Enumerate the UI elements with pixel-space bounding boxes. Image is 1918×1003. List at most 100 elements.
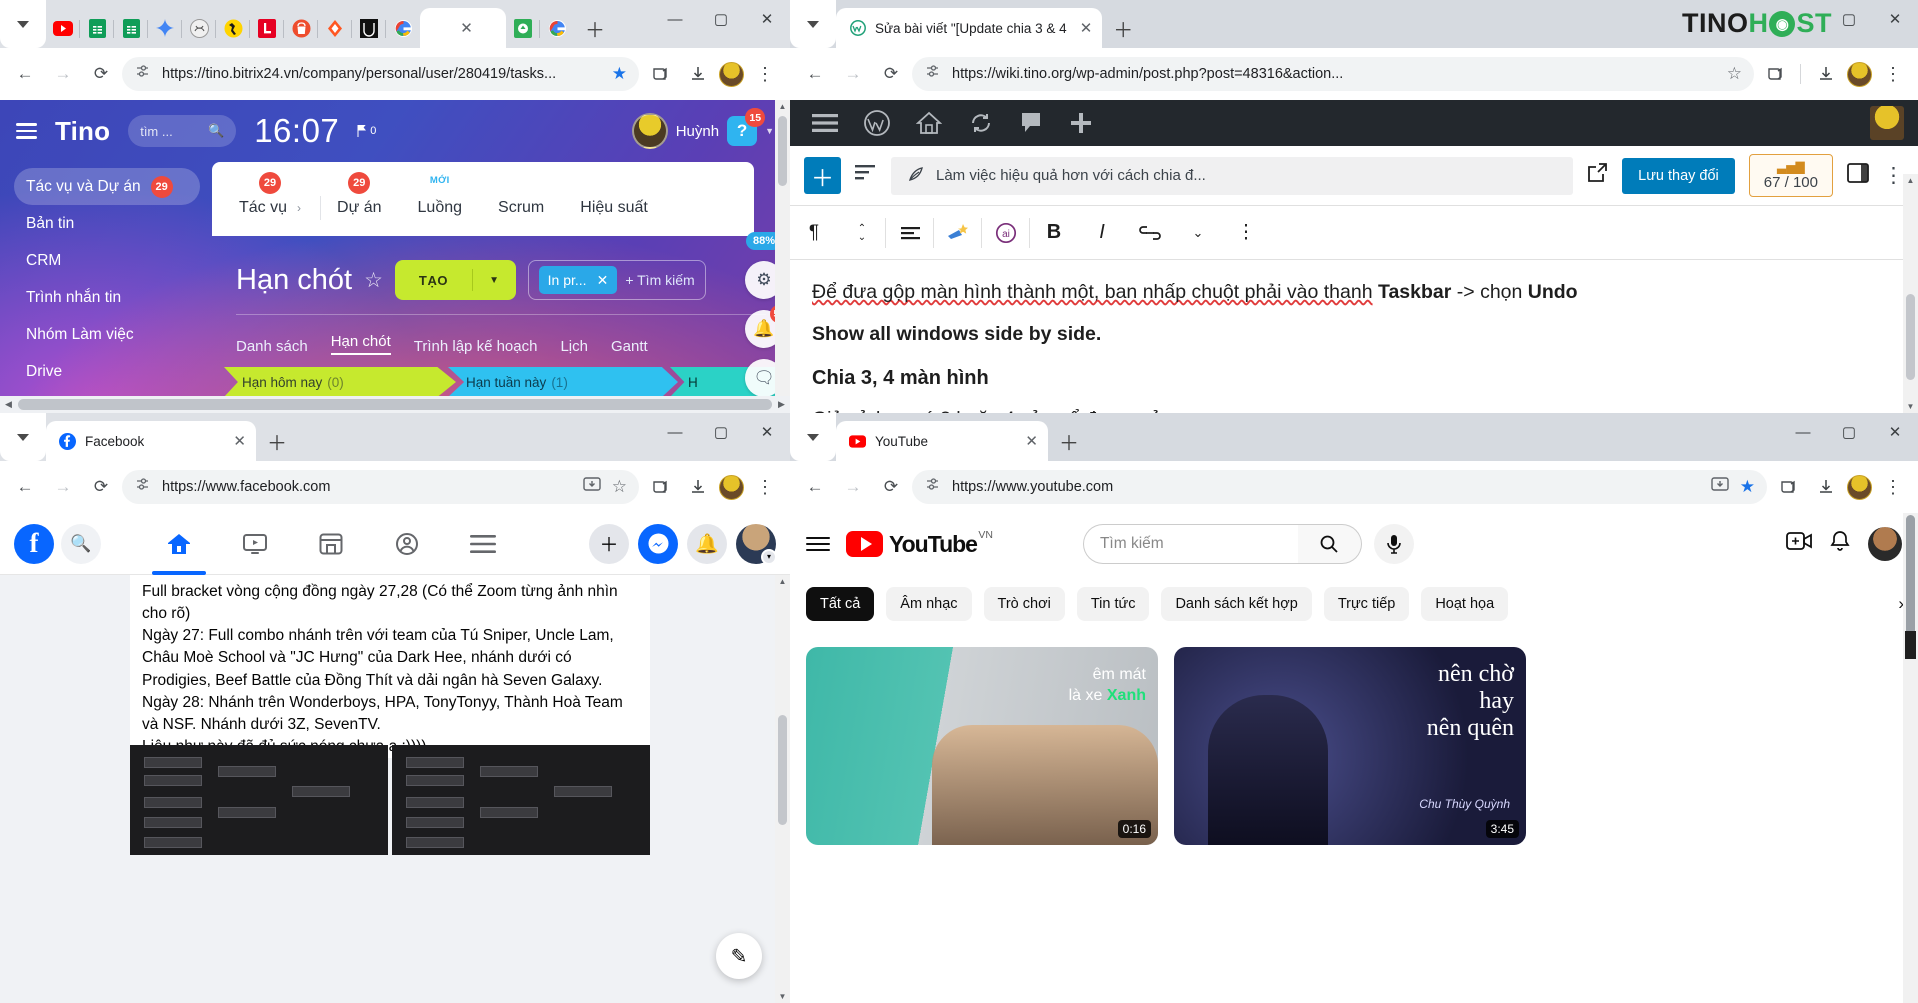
close-icon[interactable]: ✕ [1025,432,1038,450]
comment-bubble-icon[interactable] [1020,111,1042,135]
tab-search-chevron-button[interactable] [790,0,836,48]
pinned-tab-fireship[interactable] [318,8,352,48]
video-card-1[interactable]: êm mát là xe Xanh 0:16 [806,647,1158,845]
pinned-tab-google[interactable] [386,8,420,48]
avatar[interactable]: ▾ [736,523,777,565]
pinned-tab-gemini[interactable] [148,8,182,48]
back-button[interactable]: ← [798,470,832,504]
home-icon[interactable] [916,111,942,135]
bracket-image-right[interactable] [392,745,650,855]
downloads-icon[interactable] [1809,57,1843,91]
sidebar-item-crm[interactable]: CRM [14,242,212,279]
youtube-search[interactable]: Tìm kiếm [1082,524,1414,564]
filter-chip-in-progress[interactable]: In pr... ✕ [538,266,618,294]
pinned-tab-youtube[interactable] [46,8,80,48]
tab-active-youtube[interactable]: YouTube ✕ [836,421,1048,461]
wp-post-content[interactable]: Để đưa gộp màn hình thành một, ban nhấp … [790,260,1918,413]
align-icon[interactable] [886,211,934,255]
messenger-icon[interactable] [638,523,678,564]
bookmark-star-icon[interactable]: ★ [612,64,627,84]
bookmark-star-icon[interactable]: ☆ [612,477,627,497]
bookmark-star-icon[interactable]: ★ [1740,477,1755,497]
new-tab-button[interactable]: ＋ [1108,13,1138,43]
pinned-tab-sheets[interactable] [80,8,114,48]
search-icon[interactable]: 🔍 [61,523,101,564]
bitrix-search-input[interactable]: tìm ... 🔍 [128,115,237,147]
create-button[interactable]: TẠO ▼ [394,260,516,300]
profile-avatar[interactable] [719,61,744,87]
save-changes-button[interactable]: Lưu thay đổi [1622,157,1735,194]
pill-due-today[interactable]: Hạn hôm nay (0) [224,367,456,397]
tab-projects[interactable]: 29 Dự án [320,172,399,228]
install-app-icon[interactable] [583,476,601,498]
nav-groups[interactable] [372,519,442,569]
reload-button[interactable]: ⟳ [874,57,908,91]
chevron-right-icon[interactable]: › [297,201,301,215]
site-settings-icon[interactable] [134,476,151,498]
pinned-tab-sheets-2[interactable] [114,8,148,48]
chip-music[interactable]: Âm nhạc [886,587,972,621]
browser-window-facebook[interactable]: Facebook ✕ ＋ — ▢ ✕ ← → ⟳ https://www.fac… [0,413,790,1003]
scroll-down-arrow[interactable]: ▼ [1903,402,1918,411]
menu-icon[interactable] [806,537,830,551]
chip-all[interactable]: Tất cả [806,587,875,621]
scroll-left-arrow[interactable]: ◀ [0,399,17,410]
sidebar-item-news[interactable]: Bản tin [14,205,212,242]
scroll-up-arrow[interactable]: ▲ [775,102,790,111]
notifications-bell-icon[interactable] [1830,530,1850,558]
nav-menu[interactable] [448,519,518,569]
editor-options-icon[interactable]: ⋮ [1883,163,1904,188]
close-icon[interactable]: ✕ [233,432,246,450]
profile-avatar[interactable] [719,474,744,500]
compose-post-button[interactable]: ✎ [716,933,762,979]
forward-button[interactable]: → [836,57,870,91]
facebook-vertical-scrollbar[interactable]: ▲ ▼ [775,575,790,1003]
tab-search-chevron-button[interactable] [0,413,46,461]
avatar[interactable] [631,113,668,149]
scrollbar-thumb[interactable] [778,715,787,825]
close-window-button[interactable]: ✕ [744,0,790,40]
wordpress-vertical-scrollbar[interactable]: ▲ ▼ [1903,174,1918,413]
move-updown-icon[interactable]: ⌃ ⌄ [838,211,886,255]
chrome-menu-icon[interactable]: ⋮ [748,470,782,504]
nav-video[interactable] [220,519,290,569]
menu-icon[interactable] [16,123,37,139]
tab-scrum[interactable]: Scrum [481,188,561,228]
chevron-down-icon[interactable]: ⌄ [1174,211,1222,255]
reload-button[interactable]: ⟳ [84,57,118,91]
close-icon[interactable]: ✕ [1080,19,1093,37]
reload-button[interactable]: ⟳ [84,470,118,504]
facebook-feed[interactable]: Full bracket vòng cộng đồng ngày 27,28 (… [0,575,790,1003]
tab-active-bitrix[interactable]: ✕ [420,8,506,48]
chevron-down-icon[interactable]: ▼ [473,275,516,286]
youtube-logo[interactable]: YouTube VN [846,529,993,558]
address-bar-wordpress[interactable]: https://wiki.tino.org/wp-admin/post.php?… [912,57,1754,91]
post-title-field[interactable]: Làm việc hiệu quả hơn với cách chia đ... [891,156,1574,195]
wand-star-icon[interactable] [934,211,982,255]
maximize-button[interactable]: ▢ [1826,413,1872,453]
pinned-tab-tinohost[interactable] [506,8,540,48]
document-overview-icon[interactable] [855,164,877,188]
profile-avatar[interactable] [1847,474,1872,500]
view-tab-calendar[interactable]: Lịch [560,338,588,355]
ai-assistant-icon[interactable]: ai [982,211,1030,255]
new-tab-button[interactable]: ＋ [262,426,292,456]
help-button[interactable]: ? 15 [727,108,766,146]
browser-window-bitrix24[interactable]: ✕ ＋ — ▢ ✕ ← → ⟳ https://tino.bitrix24.vn… [0,0,790,413]
minimize-button[interactable]: — [652,413,698,453]
chip-live[interactable]: Trực tiếp [1323,587,1410,621]
extensions-icon[interactable] [1758,57,1792,91]
minimize-button[interactable]: — [1780,413,1826,453]
site-settings-icon[interactable] [924,476,941,498]
forward-button[interactable]: → [836,470,870,504]
chrome-menu-icon[interactable]: ⋮ [1876,57,1910,91]
nav-home[interactable] [144,519,214,575]
chrome-menu-icon[interactable]: ⋮ [748,57,782,91]
pinned-tab-runner[interactable] [216,8,250,48]
link-icon[interactable] [1126,211,1174,255]
pill-due-this-week[interactable]: Hạn tuần này (1) [448,367,678,397]
close-icon[interactable]: ✕ [597,272,609,289]
sidebar-item-tasks-projects[interactable]: Tác vụ và Dự án 29 [14,168,200,205]
preview-external-icon[interactable] [1587,162,1608,189]
browser-window-youtube[interactable]: YouTube ✕ ＋ — ▢ ✕ ← → ⟳ https://www.yout… [790,413,1918,1003]
